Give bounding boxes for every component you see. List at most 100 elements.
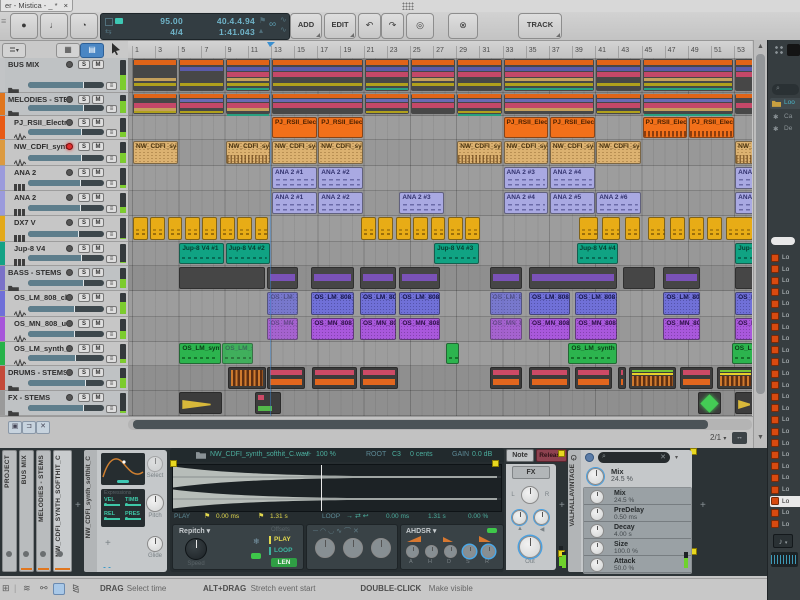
record-arm-button[interactable]: [66, 61, 73, 68]
clip-anab[interactable]: ANA 2 #6: [596, 192, 641, 214]
volume-slider[interactable]: [28, 331, 104, 337]
clip-fx[interactable]: [255, 392, 281, 414]
clip-bass[interactable]: [490, 267, 522, 289]
scroll-down-icon[interactable]: ▼: [757, 434, 764, 441]
playhead-marker-icon[interactable]: [267, 42, 275, 47]
clip-jup[interactable]: Jup-8 V4 #4: [577, 243, 618, 264]
track-name[interactable]: OS_LM_808_clean..: [14, 293, 72, 302]
track-row[interactable]: OS_LM_808_clean..SM≡: [0, 291, 128, 317]
mix-view-button[interactable]: ▦: [56, 43, 80, 58]
clip-dr[interactable]: [490, 367, 522, 389]
fade-toggle-button[interactable]: ⊐: [22, 421, 36, 434]
record-arm-button[interactable]: [66, 269, 73, 276]
out-knob[interactable]: [519, 536, 541, 558]
cents-value[interactable]: 0 cents: [410, 451, 433, 458]
clip-bass[interactable]: [311, 267, 354, 289]
record-arm-button[interactable]: [66, 294, 73, 301]
mute-button[interactable]: M: [92, 168, 104, 177]
browser-list-item[interactable]: Lo: [770, 298, 800, 309]
clip-anaa[interactable]: ANA 2 #1: [272, 167, 317, 189]
clip-mn[interactable]: OS_MN_808: [575, 318, 616, 340]
track-name[interactable]: PJ_RSII_Electric_G..: [14, 118, 72, 127]
record-arm-button[interactable]: [66, 245, 73, 252]
browser-list-item[interactable]: Lo: [770, 380, 800, 391]
track-row[interactable]: ANA 2SM≡: [0, 191, 128, 216]
clip-nw[interactable]: NW_: [735, 141, 752, 164]
clip-dx[interactable]: [237, 217, 252, 240]
solo-button[interactable]: S: [78, 60, 90, 69]
plugin-param-knob[interactable]: [590, 524, 604, 538]
window-tab[interactable]: er - Mistica - _ * ×: [0, 0, 73, 12]
clip-dr[interactable]: [360, 367, 398, 389]
volume-slider[interactable]: [28, 155, 104, 161]
solo-button[interactable]: S: [78, 268, 90, 277]
clip-fx[interactable]: [735, 392, 752, 414]
add-device-button-1[interactable]: +: [559, 500, 565, 511]
record-arm-button[interactable]: [66, 369, 73, 376]
clip-anaa[interactable]: ANA 2 #3: [504, 167, 549, 189]
solo-button[interactable]: S: [78, 244, 90, 253]
curve-knob-3[interactable]: [371, 538, 391, 558]
track-name[interactable]: OS_MN_808_udo..: [14, 319, 72, 328]
clip-fx[interactable]: [179, 392, 222, 414]
glide-knob[interactable]: [147, 536, 163, 552]
solo-button[interactable]: S: [78, 118, 90, 127]
clip-dx[interactable]: [168, 217, 183, 240]
browser-list-item[interactable]: Lo: [770, 519, 800, 530]
curve-knob-2[interactable]: [343, 538, 363, 558]
track-row[interactable]: MELODIES - STEMSSM≡: [0, 93, 128, 116]
offset-option-len[interactable]: LEN: [271, 558, 297, 567]
add-track-tab-button[interactable]: +: [75, 500, 81, 511]
sample-end-handle[interactable]: [492, 460, 499, 467]
browser-list-item[interactable]: Lo: [770, 507, 800, 518]
clip-bass[interactable]: [267, 267, 298, 289]
clip-lm[interactable]: OS_LM_80: [490, 292, 522, 315]
add-device-button-2[interactable]: +: [700, 500, 706, 511]
clip-sy[interactable]: [446, 343, 460, 364]
search-clear-icon[interactable]: ✕: [660, 453, 666, 461]
clip-pj[interactable]: PJ_RSII_Electr: [272, 117, 317, 138]
curve-knob-1[interactable]: [315, 538, 335, 558]
layers-menu-button[interactable]: ≣▾: [2, 43, 26, 58]
clip-anaa[interactable]: ANA: [735, 167, 752, 189]
volume-slider[interactable]: [28, 205, 104, 211]
clip-sy[interactable]: OS_LM_synth: [568, 343, 616, 364]
track-menu-button[interactable]: ≡: [106, 82, 117, 90]
stretch-percent[interactable]: 100 %: [316, 451, 336, 458]
clip-nw[interactable]: NW_CDFI_syn: [272, 141, 317, 164]
browser-list-item[interactable]: Lo: [770, 496, 800, 507]
clip-dr[interactable]: [717, 367, 752, 389]
mute-button[interactable]: M: [92, 368, 104, 377]
record-arm-button[interactable]: [66, 320, 73, 327]
solo-button[interactable]: S: [78, 293, 90, 302]
volume-slider[interactable]: [28, 255, 104, 261]
browser-list-item[interactable]: Lo: [770, 391, 800, 402]
clip-lm[interactable]: OS_LM_808: [360, 292, 396, 315]
automation-write-icon[interactable]: ∿: [280, 15, 287, 24]
volume-slider[interactable]: [28, 355, 104, 361]
env-knob-h[interactable]: [425, 545, 438, 558]
track-menu-button[interactable]: ≡: [106, 129, 117, 137]
metronome-button[interactable]: ♩: [40, 13, 68, 39]
h-scrollbar-track[interactable]: [128, 419, 752, 430]
track-row[interactable]: DX7 VSM≡: [0, 216, 128, 242]
clip-lm[interactable]: OS_LM_80: [267, 292, 298, 315]
h-scrollbar-thumb[interactable]: [133, 420, 708, 429]
clip-dr[interactable]: [228, 367, 266, 389]
device1-title-strip[interactable]: NW_CDFI_synth_softhit_C: [84, 450, 97, 572]
add-modulator-button[interactable]: +: [105, 538, 111, 549]
clip-mn[interactable]: OS_MN_8: [267, 318, 298, 340]
expression-label[interactable]: PRES: [125, 511, 140, 517]
solo-button[interactable]: S: [78, 95, 90, 104]
clip-dr[interactable]: [575, 367, 612, 389]
record-arm-button[interactable]: [66, 119, 73, 126]
v-scrollbar-thumb[interactable]: [756, 54, 765, 394]
browser-preview-button[interactable]: ♪ ▾: [773, 534, 793, 548]
time-signature-value[interactable]: 4/4: [131, 27, 183, 37]
clip-dr[interactable]: [267, 367, 305, 389]
clip-nw[interactable]: NW_CDFI_sy: [457, 141, 502, 164]
clip-mn[interactable]: OS_MN_808_: [529, 318, 570, 340]
lfo-display[interactable]: [101, 453, 145, 485]
clip-mn[interactable]: OS_MN_8: [490, 318, 522, 340]
track-row[interactable]: ANA 2SM≡: [0, 166, 128, 191]
